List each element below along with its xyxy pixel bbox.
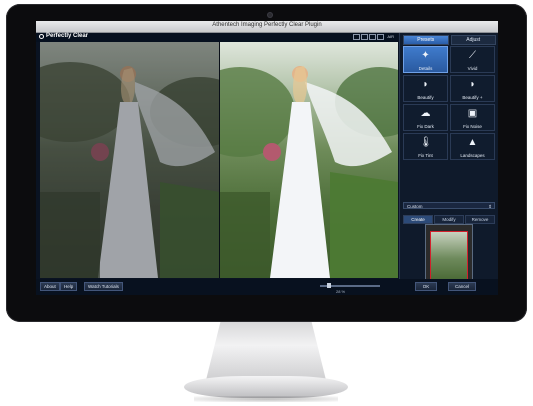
preset-beautify[interactable]: ◗ Beautify (403, 75, 448, 102)
before-photo-art (40, 62, 220, 278)
preset-label: Details (418, 66, 433, 71)
after-photo[interactable] (220, 42, 398, 278)
monitor-stand-neck (206, 322, 326, 380)
zoom-slider-handle[interactable] (327, 283, 331, 288)
preset-label: Vivid (467, 66, 478, 71)
about-button[interactable]: About (40, 282, 60, 291)
sparkle-icon: ✦ (421, 50, 430, 61)
noise-icon: ▣ (467, 108, 478, 119)
preset-vivid[interactable]: ⟋ Vivid (450, 46, 495, 73)
cancel-button[interactable]: Cancel (448, 282, 476, 291)
thermometer-icon: 🌡 (419, 137, 433, 148)
view-before-after-icon[interactable] (377, 34, 385, 40)
logo-icon (39, 33, 44, 39)
preset-label: Fix Tint (418, 153, 433, 158)
cloud-icon: ☁ (420, 108, 431, 119)
preset-details[interactable]: ✦ Details (403, 46, 448, 73)
preset-label: Fix Dark (417, 124, 434, 129)
preset-beautify-plus[interactable]: ◗ Beautify + (450, 75, 495, 102)
watch-tutorials-button[interactable]: Watch Tutorials (84, 282, 123, 291)
view-mode-buttons: AIR (353, 34, 394, 40)
preset-select-value: Custom (407, 204, 423, 209)
window-titlebar: Athentech Imaging Perfectly Clear Plugin (36, 21, 498, 33)
navigator-frame[interactable] (430, 231, 468, 281)
create-button[interactable]: Create (403, 215, 433, 224)
navigator-preview[interactable] (425, 224, 473, 287)
remove-button[interactable]: Remove (465, 215, 495, 224)
image-toolbar: Perfectly Clear AIR (36, 33, 398, 42)
wand-icon: ⟋ (469, 50, 476, 61)
help-button[interactable]: Help (60, 282, 78, 291)
preset-fix-dark[interactable]: ☁ Fix Dark (403, 104, 448, 131)
preset-fix-tint[interactable]: 🌡 Fix Tint (403, 133, 448, 160)
bottom-bar: About Help Watch Tutorials 28 % OK Cance… (36, 279, 498, 295)
modify-button[interactable]: Modify (434, 215, 464, 224)
panel-tabs: Presets Adjust (403, 35, 496, 45)
tab-presets[interactable]: Presets (403, 35, 449, 45)
presets-panel: Presets Adjust ✦ Details ⟋ Vivid ◗ Beaut… (399, 33, 498, 295)
preset-label: Fix Noise (463, 124, 482, 129)
preset-landscapes[interactable]: ▲ Landscapes (450, 133, 495, 160)
preset-fix-noise[interactable]: ▣ Fix Noise (450, 104, 495, 131)
ok-button[interactable]: OK (415, 282, 437, 291)
preset-label: Beautify + (462, 95, 483, 100)
preset-actions: Create Modify Remove (403, 215, 495, 224)
stand-shadow (194, 396, 338, 402)
landscape-icon: ▲ (467, 137, 478, 148)
preset-label: Landscapes (460, 153, 485, 158)
window-title: Athentech Imaging Perfectly Clear Plugin (212, 22, 322, 28)
view-split-horizontal-icon[interactable] (369, 34, 377, 40)
monitor-stand-base (184, 376, 348, 398)
zoom-label: 28 % (336, 289, 346, 294)
app-logo-text: Perfectly Clear (46, 33, 89, 39)
before-photo[interactable] (40, 42, 220, 278)
preset-grid: ✦ Details ⟋ Vivid ◗ Beautify ◗ Beautify … (403, 46, 495, 160)
app-window: Athentech Imaging Perfectly Clear Plugin… (36, 21, 498, 295)
tab-adjust[interactable]: Adjust (450, 35, 496, 45)
app-logo: Perfectly Clear (39, 33, 88, 39)
face-plus-icon: ◗ (469, 79, 476, 90)
view-split-vertical-icon[interactable] (361, 34, 369, 40)
view-single-icon[interactable] (353, 34, 361, 40)
after-photo-art (220, 66, 398, 278)
preset-label: Beautify (417, 95, 434, 100)
view-mode-label: AIR (387, 34, 394, 39)
chevron-down-icon: ⇕ (488, 204, 492, 209)
face-icon: ◗ (422, 79, 429, 90)
preset-select[interactable]: Custom ⇕ (403, 202, 495, 209)
webcam-icon (268, 13, 272, 17)
